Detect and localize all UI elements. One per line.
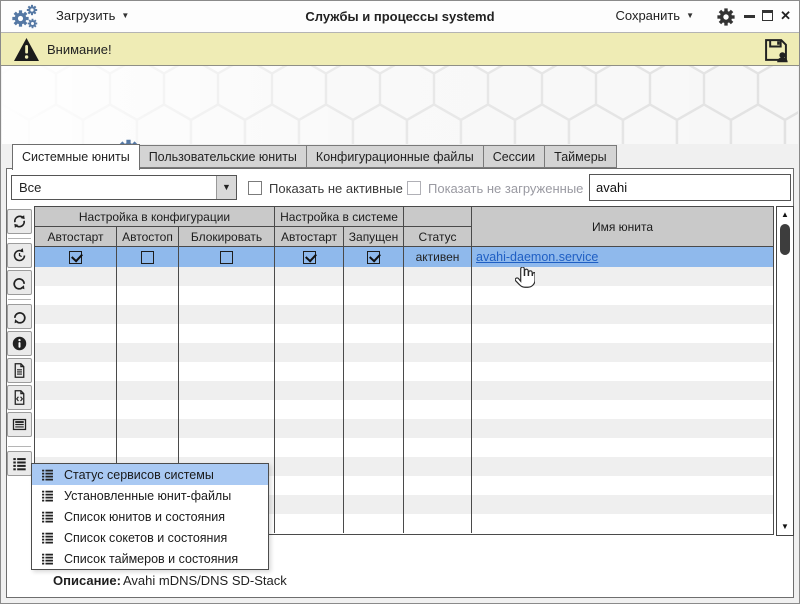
list-icon xyxy=(40,509,55,524)
group-header-config: Настройка в конфигурации xyxy=(35,207,275,227)
menu-item-services-status[interactable]: Статус сервисов системы xyxy=(32,464,268,485)
column-header-autostart-sys[interactable]: Автостарт xyxy=(275,227,344,247)
app-logo-icon xyxy=(11,4,43,31)
table-row-empty[interactable] xyxy=(35,286,773,305)
list-icon xyxy=(40,530,55,545)
side-toolbar xyxy=(6,207,33,476)
table-row-empty[interactable] xyxy=(35,324,773,343)
minimize-button[interactable] xyxy=(744,15,755,18)
group-header-system: Настройка в системе xyxy=(275,207,404,227)
menu-item-installed-unit-files[interactable]: Установленные юнит-файлы xyxy=(32,485,268,506)
warning-label: Внимание! xyxy=(47,42,112,57)
tab-sessions[interactable]: Сессии xyxy=(484,145,545,168)
search-input[interactable] xyxy=(589,174,791,201)
save-menu-button[interactable]: Сохранить▼ xyxy=(615,8,694,23)
redo-button[interactable] xyxy=(7,270,32,295)
tab-config-files[interactable]: Конфигурационные файлы xyxy=(307,145,484,168)
warning-icon xyxy=(13,37,40,62)
refresh-button[interactable] xyxy=(7,209,32,234)
list-icon xyxy=(40,551,55,566)
description-label: Описание: xyxy=(53,573,121,588)
list-icon xyxy=(40,488,55,503)
document-button[interactable] xyxy=(7,358,32,383)
log-view-button[interactable] xyxy=(7,412,32,437)
table-header: Настройка в конфигурации Настройка в сис… xyxy=(35,207,773,247)
menu-item-sockets-list[interactable]: Список сокетов и состояния xyxy=(32,527,268,548)
column-header-autostart-conf[interactable]: Автостарт xyxy=(35,227,117,247)
titlebar: Загрузить▼ Службы и процессы systemd Сох… xyxy=(1,1,799,33)
table-row-empty[interactable] xyxy=(35,381,773,400)
column-header-running[interactable]: Запущен xyxy=(344,227,404,247)
show-unloaded-label: Показать не загруженные xyxy=(428,181,583,196)
category-select-value: Все xyxy=(19,180,41,195)
app-window: Загрузить▼ Службы и процессы systemd Сох… xyxy=(0,0,800,604)
running-checkbox[interactable] xyxy=(367,251,380,264)
window-controls: ✕ xyxy=(744,7,791,23)
table-row-empty[interactable] xyxy=(35,343,773,362)
menu-item-timers-list[interactable]: Список таймеров и состояния xyxy=(32,548,268,569)
autostart-sys-checkbox[interactable] xyxy=(303,251,316,264)
description-value: Avahi mDNS/DNS SD-Stack xyxy=(123,573,287,588)
column-header-autostop[interactable]: Автостоп xyxy=(117,227,179,247)
reports-context-menu: Статус сервисов системы Установленные юн… xyxy=(31,463,269,570)
vertical-scrollbar[interactable]: ▲ ▼ xyxy=(776,206,794,536)
category-select[interactable]: Все ▼ xyxy=(11,175,237,200)
close-button[interactable]: ✕ xyxy=(780,9,791,22)
menu-item-units-list[interactable]: Список юнитов и состояния xyxy=(32,506,268,527)
tab-system-units[interactable]: Системные юниты xyxy=(12,144,140,170)
hand-cursor-icon xyxy=(515,267,535,295)
table-row-empty[interactable] xyxy=(35,438,773,457)
column-header-block[interactable]: Блокировать xyxy=(179,227,275,247)
scrollbar-thumb[interactable] xyxy=(780,224,790,255)
undo-button[interactable] xyxy=(7,304,32,329)
column-header-status[interactable]: Статус xyxy=(404,227,472,247)
save-changes-icon[interactable] xyxy=(762,36,790,64)
table-row-selected[interactable]: активен avahi-daemon.service xyxy=(35,247,773,267)
info-button[interactable] xyxy=(7,331,32,356)
list-icon xyxy=(40,467,55,482)
show-inactive-checkbox[interactable] xyxy=(248,181,262,195)
document-code-button[interactable] xyxy=(7,385,32,410)
table-row-empty[interactable] xyxy=(35,305,773,324)
scroll-up-icon[interactable]: ▲ xyxy=(777,208,793,222)
autostart-conf-checkbox[interactable] xyxy=(69,251,82,264)
maximize-button[interactable] xyxy=(762,10,773,21)
table-row-empty[interactable] xyxy=(35,400,773,419)
show-unloaded-checkbox[interactable] xyxy=(407,181,421,195)
scroll-down-icon[interactable]: ▼ xyxy=(777,520,793,534)
load-menu-button[interactable]: Загрузить▼ xyxy=(56,8,129,23)
reports-list-button[interactable] xyxy=(7,451,32,476)
tab-user-units[interactable]: Пользовательские юниты xyxy=(140,145,307,168)
column-header-unit-name[interactable]: Имя юнита xyxy=(472,207,773,247)
tab-timers[interactable]: Таймеры xyxy=(545,145,617,168)
unit-name-link[interactable]: avahi-daemon.service xyxy=(476,250,598,264)
tab-bar: Системные юниты Пользовательские юниты К… xyxy=(12,144,617,170)
history-restore-button[interactable] xyxy=(7,243,32,268)
warning-bar: Внимание! xyxy=(1,33,799,66)
group-header-empty xyxy=(404,207,472,227)
table-row-empty[interactable] xyxy=(35,362,773,381)
show-inactive-label: Показать не активные xyxy=(269,181,403,196)
header-banner: Службы и процессы systemd Настройка рабо… xyxy=(2,66,798,144)
table-row-empty[interactable] xyxy=(35,267,773,286)
table-row-empty[interactable] xyxy=(35,419,773,438)
status-cell: активен xyxy=(404,247,472,267)
chevron-down-icon: ▼ xyxy=(121,11,129,20)
autostop-checkbox[interactable] xyxy=(141,251,154,264)
select-dropdown-button[interactable]: ▼ xyxy=(216,176,236,199)
settings-gear-icon[interactable] xyxy=(715,6,737,28)
chevron-down-icon: ▼ xyxy=(222,182,231,192)
chevron-down-icon: ▼ xyxy=(686,11,694,20)
block-checkbox[interactable] xyxy=(220,251,233,264)
